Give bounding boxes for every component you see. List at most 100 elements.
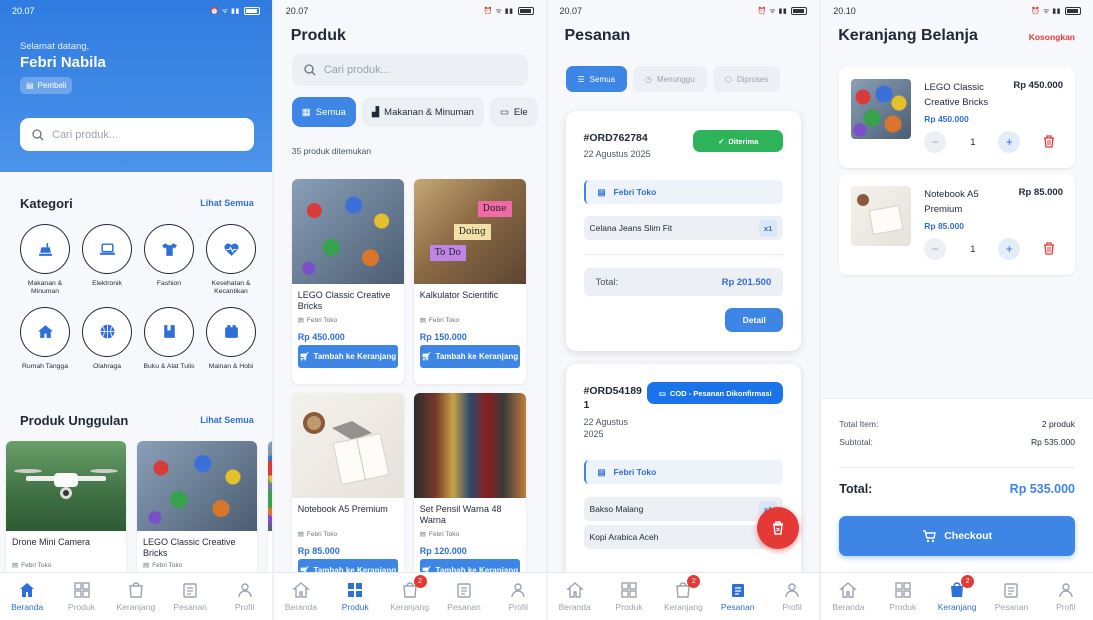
bottom-nav: Beranda Produk Keranjang Pesanan Profil: [0, 572, 272, 620]
grid-icon: [895, 582, 911, 598]
product-name: Kalkulator Scientific: [419, 290, 499, 300]
product-price: Rp 450.000: [297, 332, 345, 342]
summary-total-items: Total Item: 2 produk: [839, 419, 1075, 429]
add-to-cart-button[interactable]: 🛒︎ Tambah ke Keranjang: [297, 345, 398, 368]
product-card-partial[interactable]: [268, 441, 272, 581]
cart-item-price: Rp 85.000: [924, 221, 964, 231]
add-to-cart-button[interactable]: 🛒︎ Tambah ke Keranjang: [419, 345, 520, 368]
decrease-button[interactable]: −: [924, 131, 947, 153]
clipboard-icon: [457, 583, 471, 598]
nav-cart[interactable]: 2 Keranjang: [656, 575, 710, 612]
product-screen: 20.07 ⏰ ᯤ ▮▮ Produk Cari produk... ▦ Semu…: [273, 0, 546, 620]
chip-electronics[interactable]: ▭ Ele: [489, 97, 538, 127]
item-qty: x1: [758, 219, 778, 237]
search-icon: [304, 64, 316, 76]
nav-product[interactable]: Produk: [876, 581, 930, 612]
category-item[interactable]: Kesehatan & Kecantikan: [200, 224, 262, 297]
house-icon: [37, 325, 53, 339]
store-icon: ▤: [419, 317, 426, 324]
cart-item-name: Notebook A5 Premium: [924, 189, 979, 216]
nav-orders[interactable]: Pesanan: [711, 581, 765, 612]
summary-subtotal: Subtotal: Rp 535.000: [839, 437, 1075, 447]
chip-waiting[interactable]: ◷ Menunggu: [633, 66, 707, 92]
user-icon: [237, 583, 252, 598]
featured-see-all-link[interactable]: Lihat Semua: [200, 415, 254, 425]
product-card[interactable]: LEGO Classic Creative Bricks ▤ Febri Toko…: [291, 179, 404, 384]
nav-home[interactable]: Beranda: [0, 581, 54, 612]
increase-button[interactable]: +: [998, 238, 1021, 260]
status-time: 20.10: [833, 6, 856, 16]
category-item[interactable]: Buku & Alat Tulis: [138, 306, 200, 371]
store-icon: ▤: [12, 562, 19, 569]
clipboard-icon: [1004, 583, 1019, 598]
product-name: LEGO Classic Creative Bricks: [143, 537, 236, 558]
product-card[interactable]: Done Doing To Do Kalkulator Scientific ▤…: [413, 179, 526, 384]
trash-icon[interactable]: [1043, 242, 1055, 255]
nav-profile[interactable]: Profil: [218, 581, 272, 612]
chip-processing[interactable]: ⬡ Diproses: [712, 66, 781, 92]
nav-cart[interactable]: Keranjang: [109, 581, 163, 612]
product-card[interactable]: Drone Mini Camera ▤ Febri Toko: [6, 441, 126, 581]
decrease-button[interactable]: −: [924, 238, 947, 260]
nav-orders[interactable]: Pesanan: [984, 581, 1038, 612]
book-icon: [163, 325, 175, 339]
cart-badge: 2: [687, 575, 701, 588]
search-input[interactable]: Cari produk...: [291, 54, 528, 86]
store-icon: ▤: [419, 531, 426, 538]
product-image-notes: Done Doing To Do: [413, 179, 526, 284]
nav-home[interactable]: Beranda: [274, 581, 328, 612]
cart-item-name: LEGO Classic Creative Bricks: [924, 82, 989, 109]
categories-see-all-link[interactable]: Lihat Semua: [200, 198, 254, 208]
search-placeholder: Cari produk...: [52, 128, 119, 141]
category-item[interactable]: Olahraga: [76, 306, 138, 371]
category-item[interactable]: Elektronik: [76, 224, 138, 297]
page-title: Pesanan: [564, 27, 631, 44]
status-icons: ⏰ ᯤ ▮▮: [210, 7, 260, 16]
bottom-nav: Beranda Produk 2 Keranjang Pesanan Profil: [547, 572, 820, 620]
nav-orders[interactable]: Pesanan: [437, 581, 491, 612]
store-icon: ▤: [143, 562, 150, 569]
product-card[interactable]: Set Pensil Warna 48 Warna ▤ Febri Toko Rp…: [413, 393, 526, 598]
nav-cart[interactable]: 2 Keranjang: [930, 575, 984, 612]
nav-product[interactable]: Produk: [55, 581, 109, 612]
nav-orders[interactable]: Pesanan: [163, 581, 217, 612]
category-item[interactable]: Mainan & Hobi: [200, 306, 262, 371]
product-store: ▤ Febri Toko: [419, 316, 460, 325]
product-card[interactable]: LEGO Classic Creative Bricks ▤ Febri Toko: [137, 441, 257, 581]
clear-cart-button[interactable]: Kosongkan: [1029, 32, 1075, 42]
trash-icon[interactable]: [1043, 135, 1055, 148]
detail-button[interactable]: Detail: [725, 308, 784, 332]
delete-fab[interactable]: [756, 507, 799, 549]
nav-profile[interactable]: Profil: [1039, 581, 1093, 612]
nav-home[interactable]: Beranda: [821, 581, 875, 612]
nav-profile[interactable]: Profil: [491, 581, 545, 612]
nav-profile[interactable]: Profil: [765, 581, 819, 612]
order-card[interactable]: #ORD762784 22 Agustus 2025 ✓ Diterima ▤ Fe…: [565, 111, 802, 351]
nav-product[interactable]: Produk: [602, 581, 656, 612]
checkout-button[interactable]: Checkout: [839, 516, 1075, 556]
product-card[interactable]: Notebook A5 Premium ▤ Febri Toko Rp 85.00…: [291, 393, 404, 598]
increase-button[interactable]: +: [998, 131, 1021, 153]
category-item[interactable]: Fashion: [138, 224, 200, 297]
chip-food[interactable]: ▟ Makanan & Minuman: [361, 97, 484, 127]
divider: [583, 254, 784, 255]
chip-all[interactable]: ▦ Semua: [291, 97, 356, 127]
status-bar: 20.07 ⏰ ᯤ ▮▮: [548, 0, 820, 22]
product-name: Set Pensil Warna 48 Warna: [419, 504, 502, 525]
heart-pulse-icon: [223, 243, 239, 256]
basketball-icon: [100, 325, 114, 339]
category-item[interactable]: Rumah Tangga: [14, 306, 76, 371]
cart-item-price: Rp 450.000: [924, 114, 969, 124]
food-icon: ▟: [371, 106, 380, 118]
sticky-note-done: Done: [477, 201, 512, 217]
search-input[interactable]: Cari produk...: [20, 118, 254, 151]
grid-icon: [621, 582, 637, 598]
status-time: 20.07: [12, 6, 35, 16]
nav-home[interactable]: Beranda: [548, 581, 602, 612]
chip-all[interactable]: ☰ Semua: [565, 66, 628, 92]
summary-total: Total: Rp 535.000: [839, 482, 1075, 496]
order-item: Celana Jeans Slim Fit x1: [583, 216, 784, 240]
nav-cart[interactable]: 2 Keranjang: [383, 575, 437, 612]
category-item[interactable]: Makanan & Minuman: [14, 224, 76, 297]
nav-product[interactable]: Produk: [328, 581, 382, 612]
